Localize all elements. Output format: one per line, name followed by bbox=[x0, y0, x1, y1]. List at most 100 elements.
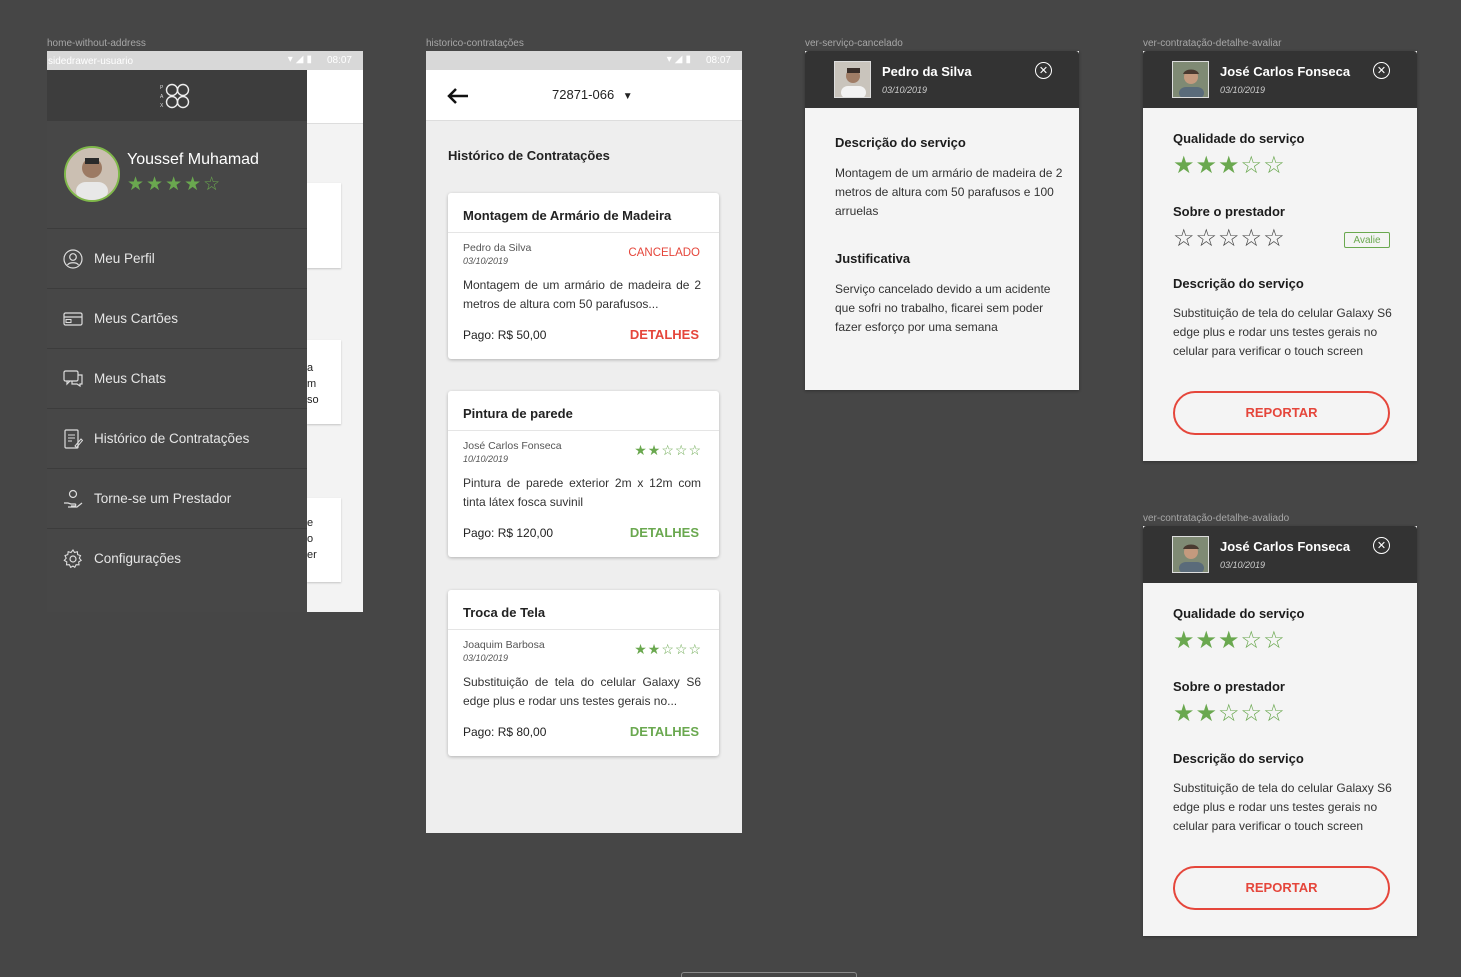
side-drawer: P A X Youssef Muhamad ★★★★☆ Meu Perfil M… bbox=[47, 70, 307, 612]
quality-rating-stars: ★★★☆☆ bbox=[1173, 152, 1286, 179]
hand-icon bbox=[64, 489, 83, 508]
service-date: 03/10/2019 bbox=[882, 85, 928, 95]
background-card: a m so bbox=[307, 340, 341, 424]
provider-name: Pedro da Silva bbox=[882, 64, 972, 79]
drawer-item-historico[interactable]: Histórico de Contratações bbox=[47, 409, 307, 469]
section-title: Qualidade do serviço bbox=[1173, 131, 1305, 146]
card-description: Substituição de tela do celular Galaxy S… bbox=[463, 675, 701, 708]
sidedrawer-screen: sidedrawer-usuario ▾◢▮ 08:07 a m so e o … bbox=[47, 51, 363, 612]
service-description: Substituição de tela do celular Galaxy S… bbox=[1173, 781, 1392, 833]
drawer-item-label: Histórico de Contratações bbox=[94, 431, 250, 446]
modal-header: José Carlos Fonseca 03/10/2019 ✕ bbox=[1143, 51, 1417, 108]
details-button[interactable]: DETALHES bbox=[630, 724, 699, 739]
service-date: 03/10/2019 bbox=[1220, 560, 1266, 570]
history-card[interactable]: Pintura de parede José Carlos Fonseca 10… bbox=[448, 391, 719, 557]
frame-label: ver-serviço-cancelado bbox=[805, 38, 903, 49]
scroll-indicator bbox=[681, 972, 857, 977]
close-icon[interactable]: ✕ bbox=[1035, 62, 1052, 79]
drawer-item-configuracoes[interactable]: Configurações bbox=[47, 529, 307, 588]
peek-text: so bbox=[307, 394, 319, 406]
svg-text:P: P bbox=[160, 85, 164, 91]
provider-rating-stars: ★★☆☆☆ bbox=[1173, 700, 1286, 727]
close-icon[interactable]: ✕ bbox=[1373, 537, 1390, 554]
section-title: Descrição do serviço bbox=[1173, 276, 1304, 291]
section-title: Sobre o prestador bbox=[1173, 204, 1285, 219]
svg-text:X: X bbox=[160, 103, 164, 109]
frame-label: ver-contratação-detalhe-avaliar bbox=[1143, 38, 1282, 49]
pax-logo-icon: P A X bbox=[160, 83, 190, 109]
avatar bbox=[834, 61, 871, 98]
card-description: Montagem de um armário de madeira de 2 m… bbox=[463, 278, 701, 311]
card-title: Montagem de Armário de Madeira bbox=[448, 193, 719, 233]
card-paid: Pago: R$ 120,00 bbox=[463, 526, 554, 540]
status-time: 08:07 bbox=[326, 55, 352, 66]
quality-rating-stars: ★★★☆☆ bbox=[1173, 627, 1286, 654]
background-card bbox=[307, 183, 341, 268]
page-title: Histórico de Contratações bbox=[448, 148, 610, 163]
history-card[interactable]: Montagem de Armário de Madeira Pedro da … bbox=[448, 193, 719, 359]
card-paid: Pago: R$ 80,00 bbox=[463, 725, 547, 739]
peek-text: o bbox=[307, 533, 314, 545]
user-name: Youssef Muhamad bbox=[127, 151, 259, 168]
user-icon bbox=[63, 249, 83, 269]
card-provider: José Carlos Fonseca bbox=[463, 440, 562, 452]
report-button[interactable]: REPORTAR bbox=[1173, 866, 1390, 910]
drawer-header: P A X bbox=[47, 70, 307, 121]
evaluate-modal: José Carlos Fonseca 03/10/2019 ✕ Qualida… bbox=[1143, 51, 1417, 461]
peek-text: e bbox=[307, 517, 314, 529]
cancelled-service-modal: Pedro da Silva 03/10/2019 ✕ Descrição do… bbox=[805, 51, 1079, 390]
card-provider: Joaquim Barbosa bbox=[463, 639, 545, 651]
app-bar: 72871-066 ▼ bbox=[426, 70, 742, 121]
section-title: Justificativa bbox=[835, 251, 911, 266]
service-description: Montagem de um armário de madeira de 2 m… bbox=[835, 166, 1063, 218]
peek-text: er bbox=[307, 549, 317, 561]
provider-name: José Carlos Fonseca bbox=[1220, 539, 1351, 554]
section-title: Descrição do serviço bbox=[835, 135, 966, 150]
drawer-item-meus-cartoes[interactable]: Meus Cartões bbox=[47, 289, 307, 349]
history-card[interactable]: Troca de Tela Joaquim Barbosa 03/10/2019… bbox=[448, 590, 719, 756]
section-title: Descrição do serviço bbox=[1173, 751, 1304, 766]
avatar bbox=[1172, 61, 1209, 98]
drawer-item-meus-chats[interactable]: Meus Chats bbox=[47, 349, 307, 409]
drawer-item-meu-perfil[interactable]: Meu Perfil bbox=[47, 229, 307, 289]
cep-selector[interactable]: 72871-066 ▼ bbox=[552, 87, 633, 102]
gear-icon bbox=[63, 549, 83, 569]
svg-text:A: A bbox=[160, 94, 164, 100]
details-button[interactable]: DETALHES bbox=[630, 525, 699, 540]
provider-rating-stars[interactable]: ☆☆☆☆☆ bbox=[1173, 224, 1286, 253]
modal-header: José Carlos Fonseca 03/10/2019 ✕ bbox=[1143, 526, 1417, 583]
card-title: Troca de Tela bbox=[448, 590, 719, 630]
details-button[interactable]: DETALHES bbox=[630, 327, 699, 342]
document-icon bbox=[64, 429, 83, 449]
section-title: Sobre o prestador bbox=[1173, 679, 1285, 694]
frame-label: ver-contratação-detalhe-avaliado bbox=[1143, 513, 1290, 524]
avatar bbox=[64, 146, 120, 202]
card-date: 03/10/2019 bbox=[463, 256, 509, 266]
status-bar: ▾◢▮ 08:07 bbox=[426, 51, 742, 70]
card-date: 10/10/2019 bbox=[463, 454, 509, 464]
chat-icon bbox=[63, 370, 83, 388]
history-screen: ▾◢▮ 08:07 72871-066 ▼ Histórico de Contr… bbox=[426, 51, 742, 833]
cep-value: 72871-066 bbox=[552, 87, 615, 102]
drawer-item-label: Meu Perfil bbox=[94, 251, 155, 266]
drawer-item-prestador[interactable]: Torne-se um Prestador bbox=[47, 469, 307, 529]
status-bar: sidedrawer-usuario ▾◢▮ 08:07 bbox=[47, 51, 363, 70]
signal-icons: ▾◢▮ bbox=[287, 54, 315, 65]
frame-label: historico-contratações bbox=[426, 38, 524, 49]
close-icon[interactable]: ✕ bbox=[1373, 62, 1390, 79]
section-title: Qualidade do serviço bbox=[1173, 606, 1305, 621]
drawer-item-label: Torne-se um Prestador bbox=[94, 491, 232, 506]
rating-stars: ★★☆☆☆ bbox=[634, 641, 702, 657]
card-description: Pintura de parede exterior 2m x 12m com … bbox=[463, 476, 701, 509]
frame-label: home-without-address bbox=[47, 38, 146, 49]
peek-text: m bbox=[307, 378, 317, 390]
card-paid: Pago: R$ 50,00 bbox=[463, 328, 547, 342]
card-date: 03/10/2019 bbox=[463, 653, 509, 663]
avalie-badge[interactable]: Avalie bbox=[1344, 232, 1390, 248]
back-arrow-icon[interactable] bbox=[447, 87, 469, 105]
drawer-profile[interactable]: Youssef Muhamad ★★★★☆ bbox=[47, 121, 307, 229]
report-button[interactable]: REPORTAR bbox=[1173, 391, 1390, 435]
status-badge: CANCELADO bbox=[628, 247, 700, 259]
status-time: 08:07 bbox=[705, 55, 731, 66]
frame-sublabel: sidedrawer-usuario bbox=[48, 56, 134, 67]
